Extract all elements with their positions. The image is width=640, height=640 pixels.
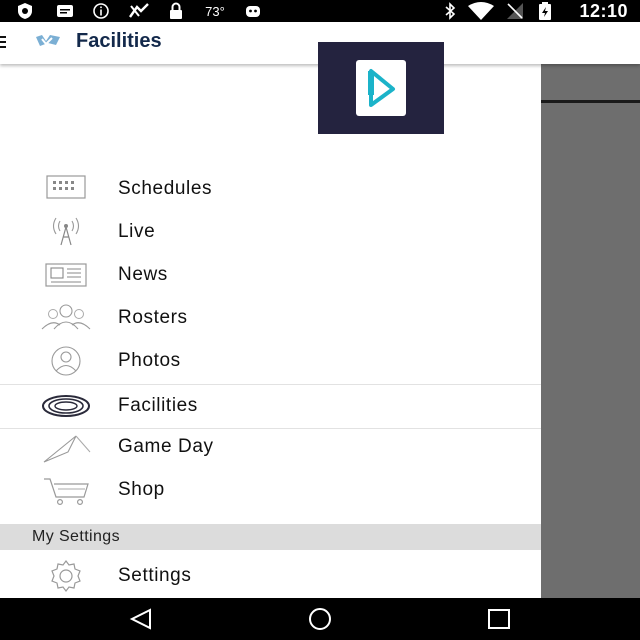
lock-icon (166, 2, 186, 20)
menu-item-label: Facilities (118, 395, 198, 416)
status-time: 12:10 (579, 1, 628, 21)
promo-badge[interactable] (318, 42, 444, 134)
battery-icon (536, 2, 554, 20)
pennant-icon (40, 430, 92, 464)
wifi-icon (466, 2, 496, 20)
menu-item-news[interactable]: News (0, 254, 541, 297)
status-bar: 73° 12:10 (0, 0, 640, 22)
calendar-icon (40, 172, 92, 206)
navigation-drawer: Schedules Live News Rosters Photos Facil… (0, 64, 541, 598)
menu-item-photos[interactable]: Photos (0, 340, 541, 383)
unc-logo (34, 32, 62, 50)
group-icon (40, 301, 92, 335)
menu-item-label: Shop (118, 479, 165, 500)
shield-icon (14, 2, 36, 20)
menu-item-label: Schedules (118, 178, 213, 199)
home-icon[interactable] (305, 606, 335, 632)
menu-item-settings[interactable]: Settings (0, 555, 541, 598)
menu-item-label: Live (118, 221, 156, 242)
gear-icon (40, 559, 92, 593)
message-icon (54, 2, 76, 20)
recents-icon[interactable] (485, 606, 515, 632)
menu-icon[interactable] (0, 34, 8, 50)
section-header-label: My Settings (32, 528, 120, 545)
back-icon[interactable] (126, 606, 156, 632)
background-text-fragment (541, 564, 544, 574)
stadium-icon (40, 389, 92, 423)
menu-item-label: Game Day (118, 436, 214, 457)
fantasy-icon (126, 2, 154, 20)
android-icon (242, 2, 264, 20)
bluetooth-icon (440, 2, 460, 20)
person-icon (40, 344, 92, 378)
temperature-text: 73° (205, 3, 225, 19)
menu-item-rosters[interactable]: Rosters (0, 297, 541, 340)
newspaper-icon (40, 258, 92, 292)
page-title: Facilities (76, 30, 162, 52)
menu-item-facilities[interactable]: Facilities (0, 384, 541, 429)
broadcast-icon (40, 215, 92, 249)
system-nav-bar (0, 598, 640, 640)
menu-item-label: Rosters (118, 307, 188, 328)
info-icon (90, 2, 112, 20)
cart-icon (40, 473, 92, 507)
menu-item-schedules[interactable]: Schedules (0, 168, 541, 211)
no-signal-icon (504, 2, 526, 20)
menu-item-shop[interactable]: Shop (0, 469, 541, 512)
content-overlay[interactable] (541, 64, 640, 598)
menu-item-game-day[interactable]: Game Day (0, 426, 541, 469)
menu-item-live[interactable]: Live (0, 211, 541, 254)
menu-item-label: News (118, 264, 168, 285)
divider (541, 100, 640, 103)
play-logo-icon (356, 60, 406, 116)
section-header-my-settings: My Settings (0, 524, 541, 550)
menu-item-label: Photos (118, 350, 181, 371)
menu-item-label: Settings (118, 565, 192, 586)
